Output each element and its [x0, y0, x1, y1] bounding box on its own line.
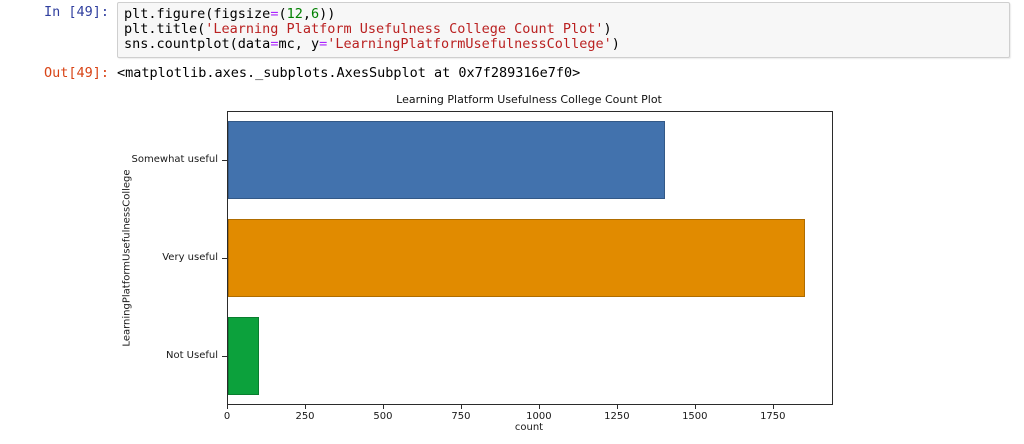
x-tick [772, 405, 774, 409]
chart-title: Learning Platform Usefulness College Cou… [396, 93, 662, 106]
x-tick-label-1250: 1250 [604, 411, 630, 422]
x-tick [227, 405, 228, 409]
input-prompt: In [49]: [43, 4, 109, 20]
y-axis-label: LearningPlatformUsefulnessCollege [121, 169, 133, 347]
bar-somewhat-useful [228, 120, 665, 200]
output-prompt: Out[49]: [43, 65, 109, 81]
x-tick-label-500: 500 [373, 411, 393, 422]
x-tick-label-250: 250 [295, 411, 315, 422]
x-tick-label-1500: 1500 [682, 411, 708, 422]
x-tick [538, 405, 540, 409]
x-tick-label-0: 0 [223, 411, 231, 422]
output-cell: Out[49]: <matplotlib.axes._subplots.Axes… [0, 63, 1010, 81]
code-line: plt.figure(figsize=(12,6)) [124, 6, 336, 22]
y-tick-label-somewhat-useful: Somewhat useful [131, 154, 218, 165]
y-tick-label-very-useful: Very useful [162, 252, 218, 263]
x-tick-label-750: 750 [451, 411, 471, 422]
code-line: sns.countplot(data=mc, y='LearningPlatfo… [124, 36, 620, 52]
code-editor[interactable]: plt.figure(figsize=(12,6)) plt.title('Lea… [117, 2, 1010, 58]
y-tick-label-not-useful: Not Useful [165, 350, 218, 361]
y-tick [222, 160, 227, 161]
code-lines: plt.figure(figsize=(12,6)) plt.title('Lea… [124, 7, 1003, 52]
x-tick [460, 405, 462, 409]
input-cell: In [49]: plt.figure(figsize=(12,6)) plt.t… [0, 2, 1010, 58]
x-tick [616, 405, 618, 409]
chart-figure: Learning Platform Usefulness College Cou… [0, 90, 1024, 444]
x-axis-label: count [514, 422, 544, 433]
y-tick [222, 258, 227, 259]
bar-very-useful [228, 218, 805, 298]
code-line: plt.title('Learning Platform Usefulness … [124, 21, 612, 37]
bar-not-useful [228, 316, 260, 396]
x-tick-label-1000: 1000 [526, 411, 552, 422]
x-tick-label-1750: 1750 [760, 411, 786, 422]
y-tick [222, 356, 227, 357]
x-tick [382, 405, 384, 409]
x-tick [694, 405, 696, 409]
x-tick [305, 405, 306, 409]
output-repr: <matplotlib.axes._subplots.AxesSubplot a… [117, 65, 581, 81]
